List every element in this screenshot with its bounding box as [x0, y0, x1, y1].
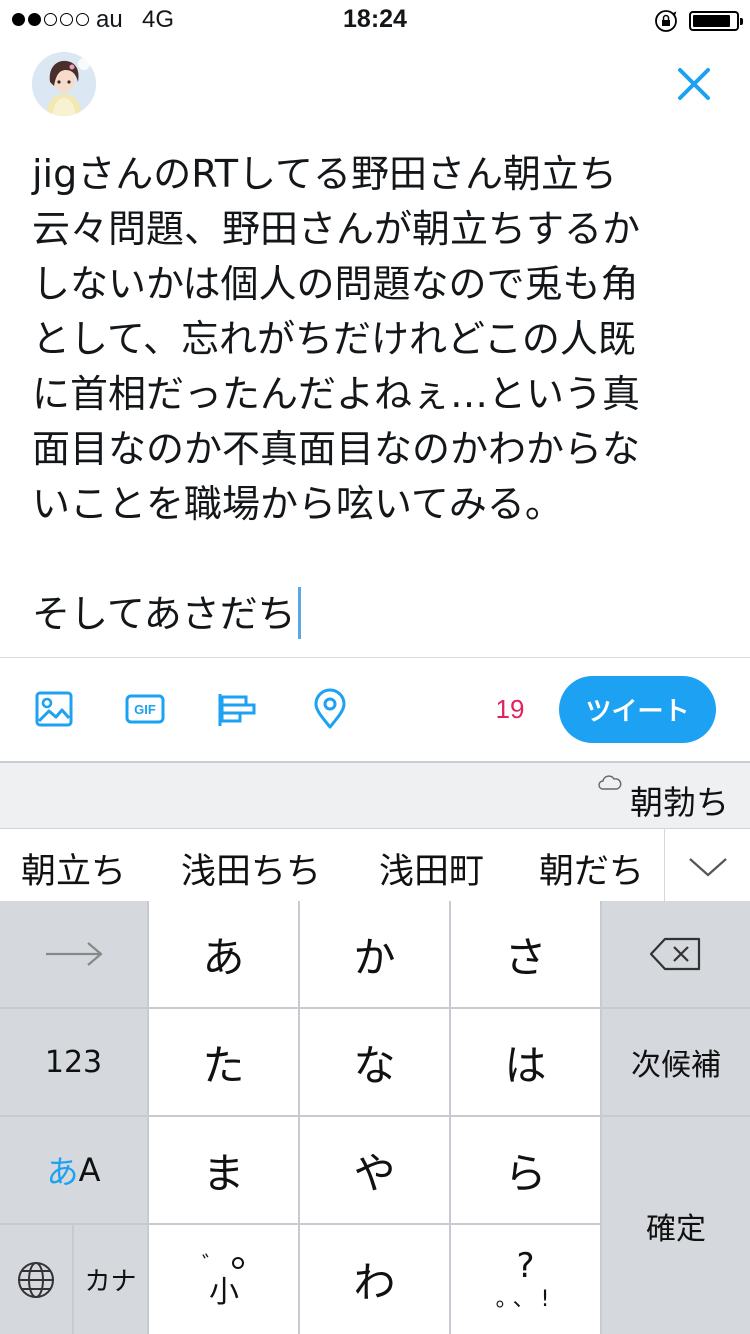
- candidate-2[interactable]: 浅田ちち: [181, 843, 321, 894]
- punctuation-key[interactable]: ? 。、!: [451, 1225, 600, 1334]
- key-ra[interactable]: ら: [451, 1117, 600, 1223]
- key-ya[interactable]: や: [300, 1117, 449, 1223]
- alpha-mode-label: A: [78, 1151, 101, 1189]
- dakuten-handakuten-small-icon: ゛ 小: [202, 1253, 244, 1308]
- key-ta[interactable]: た: [149, 1009, 298, 1115]
- input-mode-key[interactable]: あA: [0, 1117, 147, 1223]
- status-bar: au 4G 18:24: [0, 0, 750, 40]
- image-icon[interactable]: [33, 688, 75, 730]
- cursor-right-key[interactable]: [0, 901, 147, 1007]
- arrow-right-icon: [45, 942, 103, 966]
- candidate-3[interactable]: 浅田町: [379, 843, 484, 894]
- number-mode-key[interactable]: 123: [0, 1009, 147, 1115]
- key-na[interactable]: な: [300, 1009, 449, 1115]
- orientation-lock-icon: [655, 10, 677, 32]
- dakuten-key[interactable]: ゛ 小: [149, 1225, 298, 1334]
- punctuation-label: 。、!: [495, 1286, 556, 1312]
- candidate-4[interactable]: 朝だち: [539, 843, 644, 894]
- cloud-prediction[interactable]: 朝勃ち: [630, 776, 729, 824]
- user-avatar[interactable]: [32, 52, 96, 116]
- globe-key[interactable]: [0, 1225, 72, 1334]
- confirm-key[interactable]: 確定: [602, 1117, 750, 1334]
- question-mark-label: ?: [516, 1245, 535, 1286]
- compose-text: jigさんのRTしてる野田さん朝立ち 云々問題、野田さんが朝立ちするか しないか…: [32, 152, 641, 636]
- key-sa[interactable]: さ: [451, 901, 600, 1007]
- close-icon[interactable]: [672, 62, 716, 106]
- tweet-compose-input[interactable]: jigさんのRTしてる野田さん朝立ち 云々問題、野田さんが朝立ちするか しないか…: [32, 147, 722, 642]
- kana-mode-label: あ: [46, 1153, 79, 1191]
- clock: 18:24: [343, 5, 407, 33]
- text-cursor: [297, 587, 301, 639]
- globe-icon: [18, 1261, 54, 1298]
- candidate-bar: 朝立ち 浅田ちち 浅田町 朝だち: [0, 828, 750, 902]
- keyboard: あ か さ 123 た な は 次候補 あA ま や ら 確定 カナ ゛ 小 わ…: [0, 901, 750, 1334]
- candidate-1[interactable]: 朝立ち: [21, 843, 126, 894]
- key-a[interactable]: あ: [149, 901, 298, 1007]
- svg-text:GIF: GIF: [134, 702, 156, 717]
- expand-candidates-button[interactable]: [664, 829, 750, 902]
- key-ka[interactable]: か: [300, 901, 449, 1007]
- kana-key[interactable]: カナ: [74, 1225, 147, 1334]
- next-candidate-key[interactable]: 次候補: [602, 1009, 750, 1115]
- delete-key[interactable]: [602, 901, 750, 1007]
- backspace-icon: [649, 937, 701, 971]
- character-count: 19: [495, 694, 525, 724]
- battery-icon: [689, 11, 743, 31]
- location-icon[interactable]: [309, 688, 351, 730]
- toolbar-divider: [0, 657, 750, 658]
- poll-icon[interactable]: [216, 688, 258, 730]
- key-wa[interactable]: わ: [300, 1225, 449, 1334]
- cloud-icon: [598, 775, 622, 790]
- key-ma[interactable]: ま: [149, 1117, 298, 1223]
- key-ha[interactable]: は: [451, 1009, 600, 1115]
- tweet-button[interactable]: ツイート: [559, 676, 716, 743]
- chevron-down-icon: [689, 858, 727, 877]
- gif-icon[interactable]: GIF: [124, 688, 166, 730]
- svg-text:小: 小: [209, 1275, 239, 1308]
- avatar-illustration-icon: [32, 52, 96, 116]
